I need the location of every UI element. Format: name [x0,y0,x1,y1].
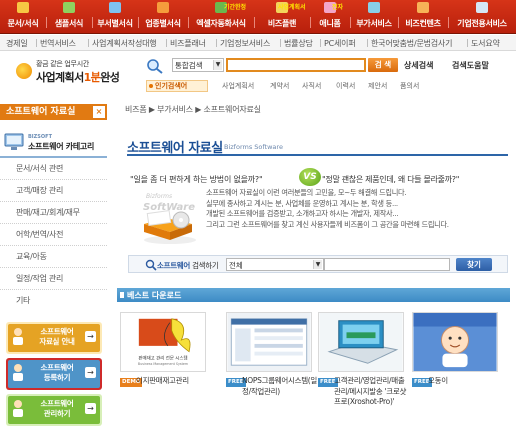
product-thumbnail [412,312,498,372]
search-area: 통합검색 ▼ 검 색 상세검색 검색도움말 인기검색어 사업계획서 계약서 사직서… [146,56,506,96]
subnav-link[interactable]: 사업계획서작성대행 [92,38,157,49]
software-search-select[interactable]: 전체 ▼ [226,258,324,271]
nav-industry[interactable]: 업종별서식 [138,0,188,34]
subnav-link[interactable]: 기업정보서비스 [220,38,270,49]
search-magnifier-icon [147,59,163,74]
vs-badge: VS [299,168,321,186]
arrow-right-icon: → [85,403,96,414]
software-search-input[interactable] [324,258,450,271]
title-divider [127,154,508,156]
nav-bizplan[interactable]: 사업계획서 비즈플랜 [254,0,310,34]
popular-keywords-label: 인기검색어 [146,80,208,92]
top-navigation: 문서/서식 샘플서식 부서별서식 업종별서식 기간한정 엑셀자동화서식 사업계획… [0,0,516,34]
sidebar-item-documents[interactable]: 문서/서식 관련 [0,158,107,180]
person-icon [13,400,23,417]
nav-documents[interactable]: 문서/서식 [0,0,46,34]
keyword-tag[interactable]: 사업계획서 [222,81,254,91]
search-input[interactable] [226,58,366,72]
subnav-link[interactable]: 법률상담 [284,38,313,49]
category-header: BIZSOFT 소프트웨어 카테고리 [0,128,107,158]
product-card[interactable]: FREE NOPS그룹웨어시스템(일정/작업관리) [226,312,317,422]
document-icon [17,2,29,13]
nav-excel[interactable]: 기간한정 엑셀자동화서식 [188,0,254,34]
department-icon [109,2,121,13]
person-icon [13,364,23,381]
question-right: "정말 괜찮은 제품인데, 왜 다들 몰라줄까?" [322,175,460,184]
keyword-tag[interactable]: 제안서 [368,81,387,91]
search-icon [145,259,157,271]
intro-text: 소프트웨어 자료실이 이런 여러분들의 고민을, 모~두 해결해 드립니다. 실… [206,188,449,229]
software-manage-button[interactable]: 소프트웨어 관리하기 → [6,394,102,426]
close-icon[interactable]: × [93,106,105,118]
sidebar-title: 소프트웨어 자료실 × [0,104,107,120]
breadcrumb: 비즈폼 ▶ 부가서비스 ▶ 소프트웨어자료실 [125,105,261,114]
question-left: "일을 좀 더 편하게 하는 방법이 없을까?" [130,175,263,184]
keyword-tag[interactable]: 품의서 [400,81,419,91]
product-thumbnail [226,312,312,372]
sidebar-item-education[interactable]: 교육/아동 [0,246,107,268]
limited-tag: 기간한정 [224,4,247,11]
subnav-link[interactable]: 한국어맞춤법/문법검사기 [371,38,452,49]
product-card[interactable]: 판매재고 관리 전문 시스템 Business Management Syste… [120,312,210,422]
aniform-tag: 전자 [332,4,344,11]
subnav-link[interactable]: 비즈플래너 [170,38,206,49]
sidebar-item-language[interactable]: 어학/번역/사전 [0,224,107,246]
nav-aniform[interactable]: 전자 애니폼 [310,0,350,34]
sub-navigation: 경제일 번역서비스 사업계획서작성대행 비즈플래너 기업정보서비스 법률상담 P… [0,35,516,51]
monitor-icon [4,133,24,150]
chevron-down-icon: ▼ [313,260,322,269]
sample-icon [63,2,75,13]
page-subtitle: Bizforms Software [224,143,283,151]
keyword-tag[interactable]: 사직서 [302,81,321,91]
nav-content[interactable]: 비즈컨텐츠 [398,0,448,34]
nav-addon[interactable]: 부가서비스 [350,0,398,34]
illustration-caption-small: Bizforms [146,193,173,200]
chevron-down-icon: ▼ [213,60,222,70]
enterprise-icon [476,2,488,13]
product-card[interactable]: FREE 고객관리/영업관리/매출관리/메시지발송 '크로샷프로(Xroshot… [318,312,408,422]
software-guide-button[interactable]: 소프트웨어 자료실 안내 → [6,322,102,354]
keyword-tag[interactable]: 계약서 [270,81,289,91]
nav-enterprise[interactable]: 기업전용서비스 [448,0,516,34]
nav-samples[interactable]: 샘플서식 [46,0,92,34]
product-card[interactable]: FREE 오동이 [412,312,502,422]
header: 황금 같은 업무시간 사업계획서1분완성 통합검색 ▼ 검 색 상세검색 검색도움… [0,52,516,98]
product-thumbnail: 판매재고 관리 전문 시스템 Business Management Syste… [120,312,206,372]
sidebar-item-schedule[interactable]: 일정/작업 관리 [0,268,107,290]
svg-text:Business Management System: Business Management System [138,362,188,366]
product-thumbnail [318,312,404,372]
arrow-right-icon: → [85,367,96,378]
detail-search-link[interactable]: 상세검색 [404,60,433,71]
subnav-link[interactable]: 경제일 [6,38,28,49]
sidebar-item-sales[interactable]: 판매/재고/회계/재무 [0,202,107,224]
person-icon [13,328,23,345]
content-icon [417,2,429,13]
software-register-button[interactable]: 소프트웨어 등록하기 → [6,358,102,390]
sidebar-item-customer[interactable]: 고객/매장 관리 [0,180,107,202]
subnav-link[interactable]: 도서요약 [471,38,500,49]
bizplan-tag: 사업계획서 [278,4,306,11]
search-scope-select[interactable]: 통합검색 ▼ [172,58,224,72]
addon-icon [368,2,380,13]
sidebar-item-etc[interactable]: 기타 [0,290,107,312]
search-help-link[interactable]: 검색도움말 [452,60,489,71]
svg-text:판매재고 관리 전문 시스템: 판매재고 관리 전문 시스템 [138,354,187,361]
best-downloads-header: 베스트 다운로드 [117,288,510,302]
sun-logo-icon [16,63,32,79]
left-sidebar: 소프트웨어 자료실 × BIZSOFT 소프트웨어 카테고리 문서/서식 관련 … [0,100,107,432]
software-search-bar: 소프트웨어 검색하기 전체 ▼ 찾기 [128,255,508,273]
illustration-caption: SoftWare [143,202,196,213]
site-logo[interactable]: 황금 같은 업무시간 사업계획서1분완성 [16,57,126,87]
arrow-right-icon: → [85,331,96,342]
keyword-tag[interactable]: 이력서 [336,81,355,91]
subnav-link[interactable]: 번역서비스 [40,38,76,49]
search-button[interactable]: 검 색 [368,58,398,72]
software-search-button[interactable]: 찾기 [456,258,492,271]
industry-icon [157,2,169,13]
subnav-link[interactable]: PC세이퍼 [324,38,356,49]
nav-department[interactable]: 부서별서식 [92,0,138,34]
